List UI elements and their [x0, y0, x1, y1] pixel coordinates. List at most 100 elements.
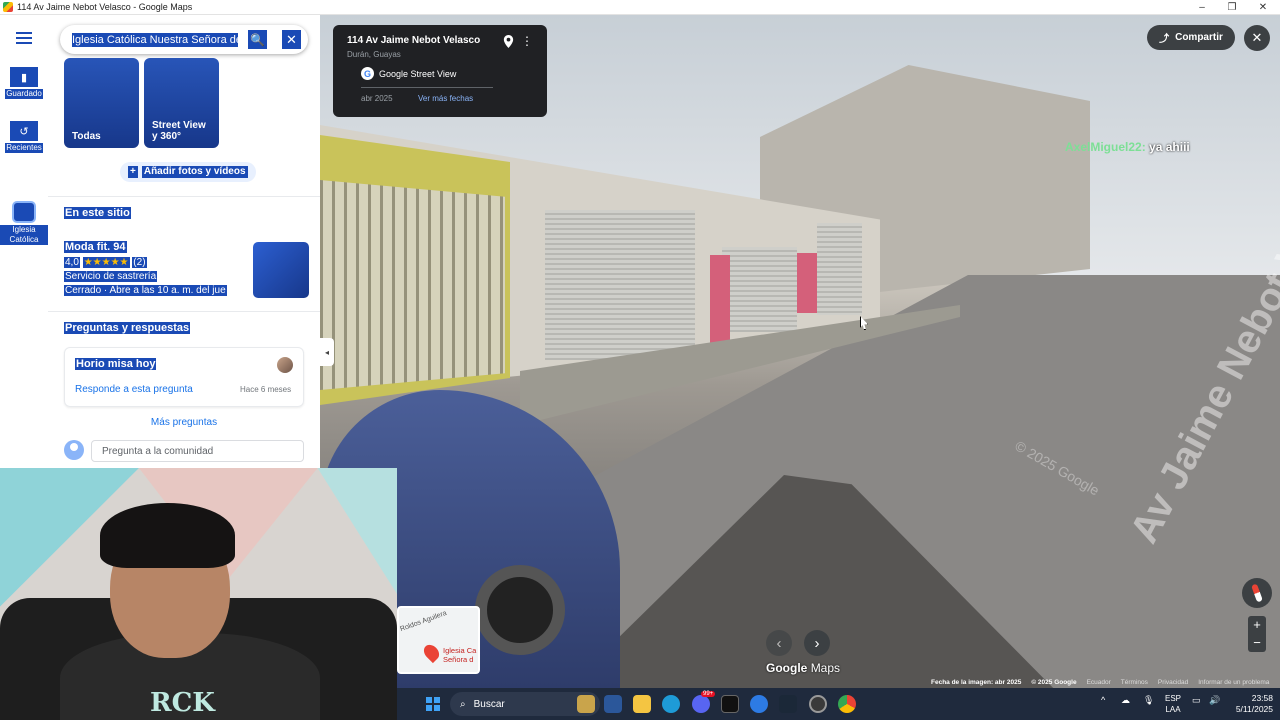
question-time: Hace 6 meses [240, 385, 292, 394]
chat-username: AxelMiguel22: [1065, 140, 1146, 154]
star-rating-icon: ★★★★★ [82, 257, 130, 268]
system-clock[interactable]: 23:58 5/11/2025 [1229, 693, 1273, 715]
map-pin-icon [420, 641, 443, 664]
file-explorer-icon[interactable] [633, 695, 651, 713]
photo-tile-label: Street View y 360° [152, 120, 206, 142]
discord-icon[interactable] [692, 695, 710, 713]
section-title-qa: Preguntas y respuestas [64, 322, 191, 334]
map-footer: Fecha de la imagen: abr 2025 © 2025 Goog… [925, 679, 1280, 688]
minimize-button[interactable]: – [1188, 0, 1216, 15]
divider [48, 311, 320, 312]
business-hours: Cerrado · Abre a las 10 a. m. del jue [64, 285, 227, 296]
keyboard-layout: LAA [1165, 705, 1181, 714]
maps-left-rail: ▮ Guardado ↺ Recientes Iglesia Católica [0, 15, 48, 468]
copyright: © 2025 Google [1031, 679, 1077, 686]
review-count: (2) [132, 257, 147, 268]
cloud-icon[interactable]: ☁ [1121, 695, 1130, 706]
minimap[interactable]: Roldos Aguilera Iglesia Ca Señora d [397, 606, 480, 674]
rail-item-saved[interactable]: ▮ Guardado [0, 67, 48, 99]
privacy-link[interactable]: Privacidad [1158, 679, 1188, 688]
word-icon[interactable] [604, 695, 622, 713]
brand-google: Google [766, 661, 808, 675]
navigation-arrows: ‹ › [766, 630, 830, 656]
street-view-source: G Google Street View [361, 67, 456, 80]
search-icon[interactable]: 🔍 [248, 30, 267, 49]
epic-games-icon[interactable] [721, 695, 739, 713]
business-name[interactable]: Moda fit. 94 [64, 241, 127, 254]
shirt-text: RCK [150, 688, 215, 718]
google-maps-brand: Google Maps [766, 661, 840, 675]
photo-tile-label: Todas [72, 131, 101, 142]
more-questions-link[interactable]: Más preguntas [48, 417, 320, 428]
rail-item-recent[interactable]: ↺ Recientes [0, 121, 48, 153]
windows-taskbar: ⌕ Buscar 99+ ^ ☁ 🎙 ESP LAA ▭ 🔊 23:58 5/1… [397, 688, 1280, 720]
network-icon[interactable]: ▭ [1192, 695, 1201, 706]
pink-column [797, 253, 817, 313]
close-icon[interactable]: ✕ [282, 30, 301, 49]
zoom-out-button[interactable]: − [1248, 634, 1266, 652]
report-problem-link[interactable]: Informar de un problema [1198, 679, 1269, 688]
ask-community-input[interactable]: Pregunta a la comunidad [91, 440, 304, 462]
edge-icon[interactable] [662, 695, 680, 713]
image-date: Fecha de la imagen: abr 2025 [931, 679, 1022, 686]
rail-item-church[interactable]: Iglesia Católica [0, 201, 48, 245]
more-dates-link[interactable]: Ver más fechas [418, 94, 473, 103]
divider [361, 87, 493, 88]
avatar [277, 357, 293, 373]
business-thumbnail[interactable] [253, 242, 309, 298]
plus-icon: + [128, 166, 138, 178]
microphone-icon[interactable]: 🎙 [1143, 695, 1154, 706]
location-pin-icon[interactable] [503, 35, 514, 48]
collapse-panel-button[interactable]: ◂ [320, 338, 334, 366]
chrome-icon[interactable] [838, 695, 856, 713]
search-box[interactable]: Iglesia Católica Nuestra Señora de L 🔍 ✕ [60, 25, 308, 54]
taskbar-search-label: Buscar [473, 698, 505, 710]
maximize-button[interactable]: ❐ [1218, 0, 1246, 15]
next-arrow-button[interactable]: › [804, 630, 830, 656]
brand-maps: Maps [810, 661, 841, 675]
rail-item-label: Iglesia Católica [0, 225, 48, 245]
street-view-city: Durán, Guayas [347, 50, 401, 59]
language-indicator[interactable]: ESP LAA [1165, 693, 1181, 715]
obs-icon[interactable] [809, 695, 827, 713]
street-view-source-label: Google Street View [379, 68, 457, 79]
window-title: 114 Av Jaime Nebot Velasco - Google Maps [17, 2, 193, 12]
user-avatar-icon [64, 440, 84, 460]
photo-tile-all[interactable]: Todas [64, 58, 139, 148]
rolling-shutter [817, 223, 862, 315]
game-app-icon[interactable] [577, 695, 595, 713]
compass-needle [1251, 583, 1263, 603]
app-icon[interactable] [750, 695, 768, 713]
zoom-control[interactable]: + − [1248, 616, 1266, 652]
steam-icon[interactable] [779, 695, 797, 713]
place-thumbnail [12, 201, 36, 223]
more-options-icon[interactable]: ⋮ [521, 35, 533, 47]
windows-start-icon[interactable] [426, 697, 440, 711]
rolling-shutter [545, 210, 695, 360]
hamburger-menu-icon[interactable] [16, 32, 32, 44]
bookmark-icon: ▮ [10, 67, 38, 87]
rail-item-label: Recientes [5, 143, 43, 153]
divider [48, 196, 320, 197]
minimap-place-label: Iglesia Ca Señora d [443, 646, 477, 664]
window-close-button[interactable]: ✕ [1249, 0, 1277, 15]
photo-tile-street-view[interactable]: Street View y 360° [144, 58, 219, 148]
zoom-in-button[interactable]: + [1248, 616, 1266, 634]
share-button[interactable]: ⤴ Compartir [1147, 25, 1235, 50]
add-photos-button[interactable]: + Añadir fotos y vídeos [120, 162, 256, 182]
country-link[interactable]: Ecuador [1087, 679, 1111, 688]
close-street-view-button[interactable]: ✕ [1244, 25, 1270, 51]
compass-icon[interactable] [1242, 578, 1272, 608]
tray-chevron-icon[interactable]: ^ [1101, 695, 1105, 705]
previous-arrow-button[interactable]: ‹ [766, 630, 792, 656]
clock-date: 5/11/2025 [1235, 704, 1273, 714]
answer-link[interactable]: Responde a esta pregunta [75, 384, 193, 395]
question-card[interactable]: Horio misa hoy Responde a esta pregunta … [64, 347, 304, 407]
search-input[interactable]: Iglesia Católica Nuestra Señora de L [72, 32, 238, 47]
share-label: Compartir [1175, 32, 1223, 43]
volume-icon[interactable]: 🔊 [1209, 695, 1220, 706]
language-code: ESP [1165, 694, 1182, 703]
terms-link[interactable]: Términos [1121, 679, 1148, 688]
streamer-hair [100, 503, 235, 568]
rail-item-label: Guardado [5, 89, 43, 99]
